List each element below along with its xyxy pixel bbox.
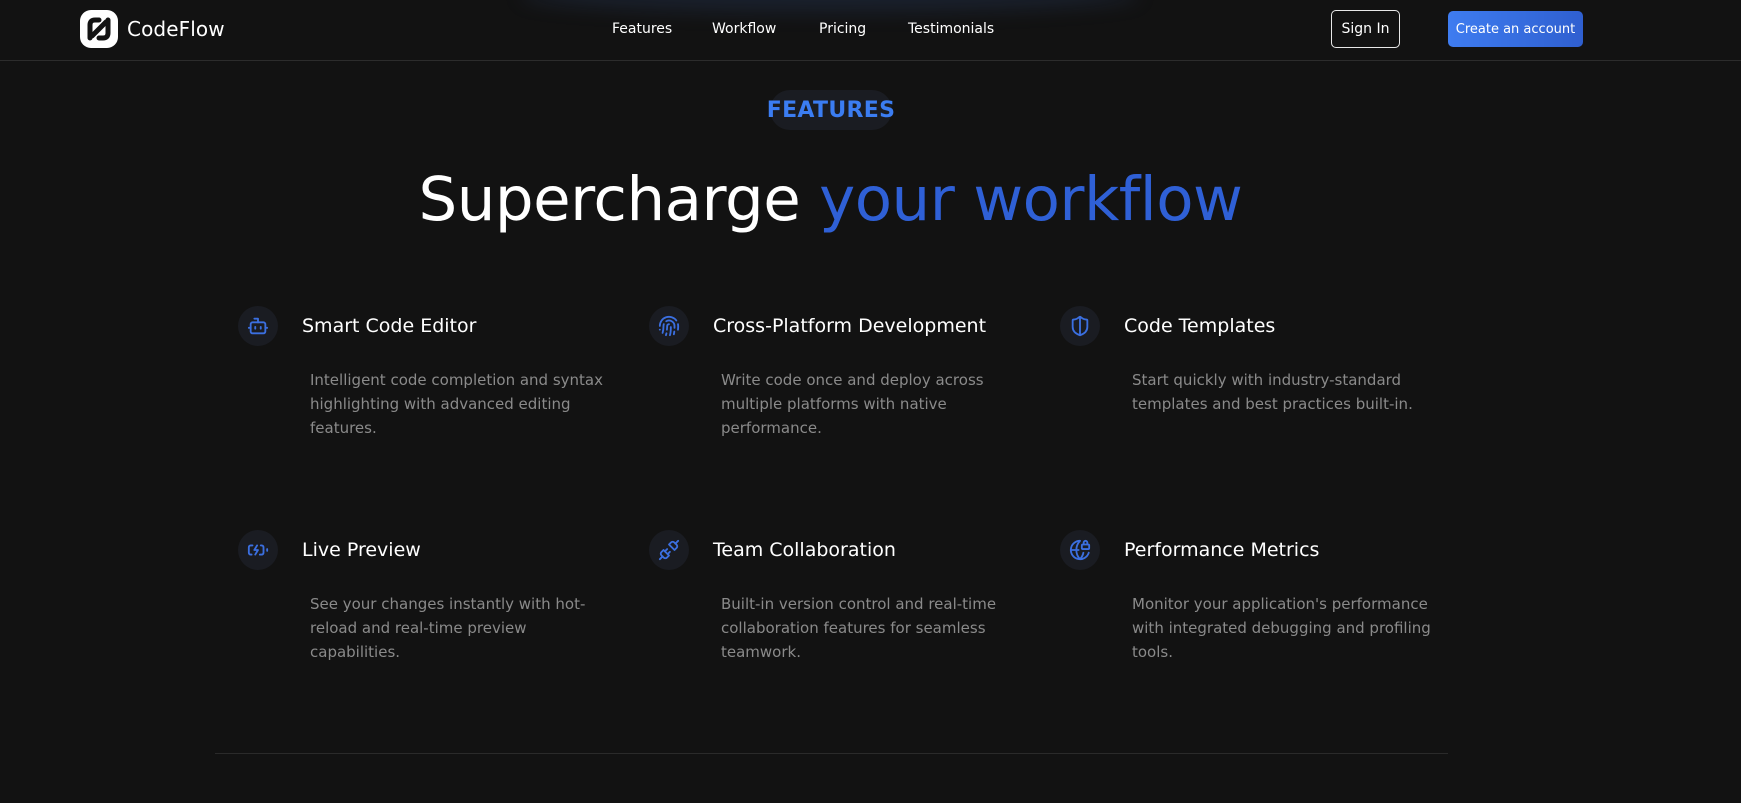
feature-description: Start quickly with industry-standard tem… — [1132, 371, 1413, 413]
nav-link-testimonials[interactable]: Testimonials — [908, 20, 994, 38]
shield-icon — [1060, 306, 1100, 346]
headline-main-text: Supercharge — [418, 164, 820, 235]
bot-icon — [238, 306, 278, 346]
feature-description: Monitor your application's performance w… — [1132, 595, 1431, 661]
feature-title: Performance Metrics — [1124, 539, 1320, 561]
section-headline: Supercharge your workflow — [0, 160, 1661, 240]
section-eyebrow-label: FEATURES — [766, 97, 896, 123]
feature-title: Smart Code Editor — [302, 315, 477, 337]
feature-description: See your changes instantly with hot-relo… — [310, 595, 586, 661]
sign-in-button[interactable]: Sign In — [1331, 10, 1400, 48]
section-eyebrow-badge: FEATURES — [766, 90, 896, 130]
feature-title: Team Collaboration — [713, 539, 896, 561]
feature-description: Built-in version control and real-time c… — [721, 595, 997, 661]
nav-link-features[interactable]: Features — [612, 20, 672, 38]
create-account-button[interactable]: Create an account — [1448, 11, 1583, 47]
battery-charging-icon — [238, 530, 278, 570]
plug-icon — [649, 530, 689, 570]
feature-title: Live Preview — [302, 539, 421, 561]
section-divider — [215, 753, 1448, 754]
top-navigation-bar: CodeFlow Features Workflow Pricing Testi… — [0, 0, 1741, 61]
fingerprint-icon — [649, 306, 689, 346]
feature-title: Cross-Platform Development — [713, 315, 987, 337]
feature-description: Intelligent code completion and syntax h… — [310, 371, 603, 437]
nav-link-workflow[interactable]: Workflow — [712, 20, 776, 38]
feature-description: Write code once and deploy across multip… — [721, 371, 984, 437]
feature-title: Code Templates — [1124, 315, 1276, 337]
headline-accent-text: your workflow — [819, 164, 1243, 235]
nav-link-pricing[interactable]: Pricing — [819, 20, 866, 38]
globe-lock-icon — [1060, 530, 1100, 570]
